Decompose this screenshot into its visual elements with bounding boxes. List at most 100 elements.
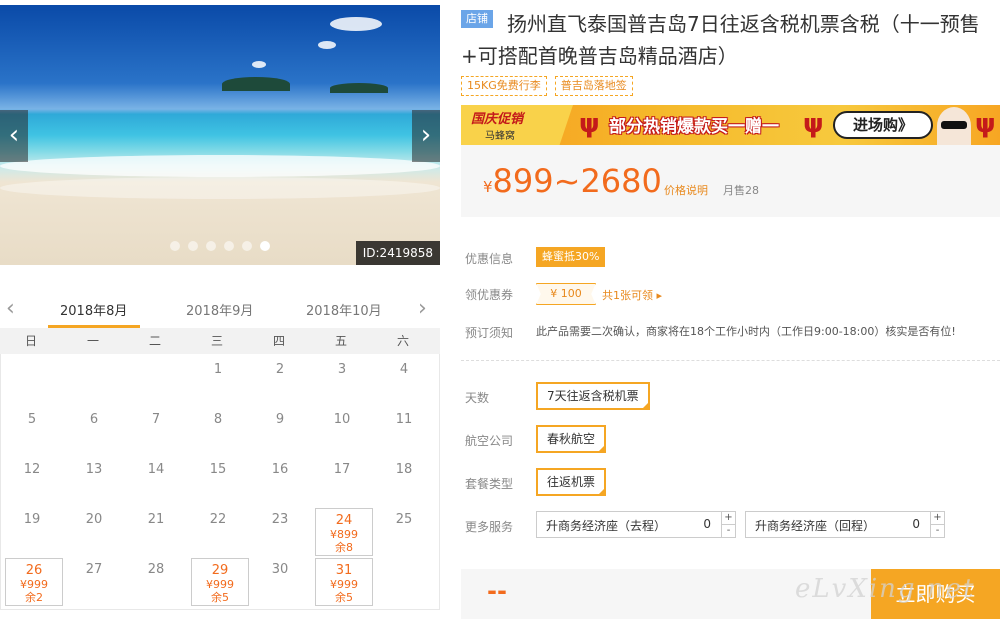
weekday-label: 三: [210, 334, 223, 348]
day-number: 21: [147, 512, 165, 527]
calendar-day: 30: [249, 554, 311, 604]
day-number: 22: [209, 512, 227, 527]
tab-month-oct[interactable]: 2018年10月: [306, 300, 382, 319]
upgrade-outbound-label: 升商务经济座（去程）: [546, 519, 667, 533]
price-explain-link[interactable]: 价格说明: [664, 182, 708, 198]
price-value: 899~2680: [492, 162, 662, 200]
pagination-dot[interactable]: [188, 241, 198, 251]
package-label: 套餐类型: [465, 477, 514, 491]
wave-shape: [0, 177, 440, 199]
day-number: 4: [399, 362, 409, 377]
day-number: 28: [147, 562, 165, 577]
increment-button[interactable]: +: [931, 512, 944, 524]
day-number: 13: [85, 462, 103, 477]
day-number: 12: [23, 462, 41, 477]
day-number: 15: [209, 462, 227, 477]
beach-image: [0, 5, 440, 265]
day-remaining: 余5: [211, 591, 229, 604]
buy-now-button[interactable]: 立即购买: [871, 569, 1000, 619]
weekday-label: 四: [272, 334, 285, 348]
upgrade-outbound-value[interactable]: 0: [703, 517, 711, 531]
day-number: 2: [275, 362, 285, 377]
calendar-day: 3: [311, 354, 373, 404]
calendar-day: 18: [373, 454, 435, 504]
option-package-roundtrip[interactable]: 往返机票 ✔: [536, 468, 607, 496]
promo-badge: 蜂蜜抵30%: [536, 247, 606, 267]
cloud-shape: [318, 41, 336, 49]
day-number: 24: [335, 513, 353, 528]
calendar-day: 25: [373, 504, 435, 554]
day-price: ¥999: [206, 578, 234, 591]
product-tags: 15KG免费行李 普吉岛落地签: [461, 76, 633, 96]
weekday-label: 一: [86, 334, 99, 348]
increment-button[interactable]: +: [722, 512, 735, 524]
calendar-day: 8: [187, 404, 249, 454]
upgrade-return-value[interactable]: 0: [912, 517, 920, 531]
tab-month-aug[interactable]: 2018年8月: [60, 300, 127, 319]
day-remaining: 余2: [25, 591, 43, 604]
calendar-day-available[interactable]: 31 ¥999 余5: [315, 558, 373, 606]
tab-month-sep[interactable]: 2018年9月: [186, 300, 253, 319]
total-price: --: [487, 577, 507, 605]
option-days-7[interactable]: 7天往返含税机票 ✔: [536, 382, 650, 410]
day-number: 25: [395, 512, 413, 527]
calendar-day-available[interactable]: 29 ¥999 余5: [191, 558, 249, 606]
coupon-claim-link[interactable]: 共1张可领 ▸: [602, 287, 662, 303]
banner-headline: 部分热销爆款买一赠一: [609, 117, 779, 137]
calendar-day: 12: [1, 454, 63, 504]
upgrade-return-stepper[interactable]: 升商务经济座（回程） 0 + -: [745, 511, 945, 538]
banner-mafengwo-logo: 马蜂窝: [485, 131, 515, 142]
pagination-dot[interactable]: [260, 241, 270, 251]
calendar-day: 4: [373, 354, 435, 404]
island-shape: [330, 83, 388, 93]
tag-free-luggage: 15KG免费行李: [461, 76, 547, 96]
shop-tag[interactable]: 店铺: [461, 10, 493, 28]
calendar-day: 6: [63, 404, 125, 454]
day-number: 17: [333, 462, 351, 477]
calendar-day: 28: [125, 554, 187, 604]
purchase-bar: -- 立即购买: [461, 569, 1000, 619]
day-price: ¥999: [330, 578, 358, 591]
day-remaining: 余8: [335, 541, 353, 554]
calendar-prev-icon[interactable]: ‹: [6, 296, 15, 321]
calendar-next-icon[interactable]: ›: [418, 296, 427, 321]
upgrade-outbound-stepper[interactable]: 升商务经济座（去程） 0 + -: [536, 511, 736, 538]
photo-pagination: [170, 241, 270, 251]
decrement-button[interactable]: -: [722, 524, 735, 536]
pagination-dot[interactable]: [206, 241, 216, 251]
upgrade-return-label: 升商务经济座（回程）: [755, 519, 876, 533]
calendar-day: 9: [249, 404, 311, 454]
day-number: 23: [271, 512, 289, 527]
cloud-shape: [330, 17, 382, 31]
promo-banner[interactable]: 国庆促销 马蜂窝 ψ 部分热销爆款买一赠一 ψ 进场购》 ψ: [461, 105, 1000, 145]
day-number: 5: [27, 412, 37, 427]
currency-symbol: ¥: [483, 178, 493, 196]
day-number: 14: [147, 462, 165, 477]
day-remaining: 余5: [335, 591, 353, 604]
pagination-dot[interactable]: [224, 241, 234, 251]
booking-note: 此产品需要二次确认，商家将在18个工作小时内（工作日9:00-18:00）核实是…: [536, 325, 956, 338]
calendar-day-available[interactable]: 24 ¥899 余8: [315, 508, 373, 556]
divider: [461, 360, 1000, 361]
price-panel: ¥899~2680 价格说明 月售28: [461, 145, 1000, 217]
check-icon: ✔: [598, 481, 605, 489]
banner-enter-button[interactable]: 进场购》: [833, 111, 933, 139]
more-services-label: 更多服务: [465, 520, 514, 534]
calendar-month-tabs: ‹ 2018年8月 2018年9月 2018年10月 ›: [0, 290, 440, 328]
photo-prev-button[interactable]: ‹: [0, 110, 28, 162]
day-number: 1: [213, 362, 223, 377]
island-shape: [222, 77, 290, 91]
day-price: ¥999: [20, 578, 48, 591]
option-airline-spring[interactable]: 春秋航空 ✔: [536, 425, 607, 453]
pagination-dot[interactable]: [242, 241, 252, 251]
calendar-day: 21: [125, 504, 187, 554]
decrement-button[interactable]: -: [931, 524, 944, 536]
photo-next-button[interactable]: ›: [412, 110, 440, 162]
coupon-ticket[interactable]: ¥ 100: [536, 283, 596, 305]
stepper-controls: + -: [930, 512, 944, 537]
calendar-day-available[interactable]: 26 ¥999 余2: [5, 558, 63, 606]
day-number: 18: [395, 462, 413, 477]
pagination-dot[interactable]: [170, 241, 180, 251]
calendar-day: 15: [187, 454, 249, 504]
day-number: 27: [85, 562, 103, 577]
